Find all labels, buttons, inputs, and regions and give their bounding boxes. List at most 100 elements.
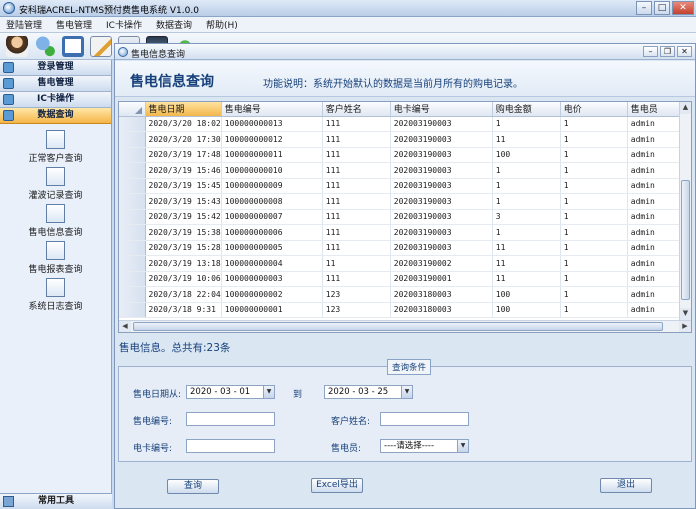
- row-header[interactable]: [119, 302, 146, 318]
- table-row[interactable]: 2020/3/19 15:28 100000000005 111 2020031900…: [119, 240, 688, 256]
- add-user-icon[interactable]: [34, 36, 56, 57]
- row-header[interactable]: [119, 255, 146, 272]
- row-header[interactable]: [119, 286, 146, 303]
- excel-export-button[interactable]: Excel导出: [311, 478, 363, 493]
- child-titlebar: 售电信息查询 – ❐ ✕: [115, 44, 695, 60]
- table-row[interactable]: 2020/3/18 22:04 100000000002 123 2020031800…: [119, 286, 688, 303]
- table-cell: 123: [322, 302, 391, 318]
- column-header[interactable]: 购电金额: [492, 102, 561, 117]
- table-row[interactable]: 2020/3/19 15:43 100000000008 111 2020031900…: [119, 193, 688, 210]
- sidebar-section-ic-card[interactable]: IC卡操作: [0, 92, 111, 108]
- maximize-icon[interactable]: □: [654, 1, 670, 15]
- record-count-summary: 售电信息。总共有:23条: [119, 342, 231, 354]
- menu-sales-management[interactable]: 售电管理: [56, 18, 92, 31]
- minimize-icon[interactable]: –: [636, 1, 652, 15]
- table-row[interactable]: 2020/3/20 18:02 100000000013 111 2020031900…: [119, 116, 688, 132]
- child-restore-icon[interactable]: ❐: [660, 46, 675, 57]
- table-cell: 1: [560, 302, 628, 318]
- row-header[interactable]: [119, 162, 146, 179]
- sale-no-input[interactable]: [186, 412, 275, 426]
- menu-ic-card[interactable]: IC卡操作: [106, 18, 142, 31]
- scroll-up-icon[interactable]: ▲: [680, 102, 691, 114]
- date-to-picker[interactable]: 2020 - 03 - 25 ▼: [324, 385, 413, 399]
- report-grid-icon: [46, 241, 65, 260]
- select-all-corner[interactable]: [119, 102, 146, 117]
- search-button[interactable]: 查询: [167, 479, 219, 494]
- child-close-icon[interactable]: ✕: [677, 46, 692, 57]
- scroll-left-icon[interactable]: ◀: [119, 321, 131, 332]
- table-row[interactable]: 2020/3/19 13:18 100000000004 11 20200319000…: [119, 255, 688, 272]
- column-header[interactable]: 售电日期: [145, 102, 222, 117]
- row-header[interactable]: [119, 131, 146, 148]
- table-row[interactable]: 2020/3/20 17:30 100000000012 111 2020031900…: [119, 131, 688, 148]
- child-minimize-icon[interactable]: –: [643, 46, 658, 57]
- table-cell: 100: [492, 286, 561, 303]
- card-no-input[interactable]: [186, 439, 275, 453]
- menu-data-query[interactable]: 数据查询: [156, 18, 192, 31]
- seller-label: 售电员:: [331, 444, 362, 454]
- sales-table[interactable]: 售电日期 售电编号 客户姓名 电卡编号 购电金额 电价 售电员 2020/3/2…: [118, 101, 692, 333]
- app-titlebar: 安科瑞ACREL-NTMS预付费售电系统 V1.0.0 – □ ✕: [0, 0, 696, 17]
- sidebar-item-sales-info[interactable]: 售电信息查询: [0, 204, 111, 241]
- sidebar: 登录管理 售电管理 IC卡操作 数据查询 正常客户查询 灌波记录查询 售电信息查…: [0, 60, 112, 509]
- row-header[interactable]: [119, 209, 146, 225]
- table-cell: 111: [322, 162, 391, 179]
- row-header[interactable]: [119, 224, 146, 241]
- child-window-controls: – ❐ ✕: [643, 46, 692, 57]
- close-icon[interactable]: ✕: [672, 1, 694, 15]
- row-header[interactable]: [119, 116, 146, 132]
- column-header[interactable]: 电卡编号: [390, 102, 493, 117]
- table-cell: 11: [492, 271, 561, 287]
- row-header[interactable]: [119, 240, 146, 256]
- edit-icon[interactable]: [90, 36, 112, 57]
- table-row[interactable]: 2020/3/19 15:38 100000000006 111 2020031900…: [119, 224, 688, 241]
- menu-login-management[interactable]: 登陆管理: [6, 18, 42, 31]
- table-cell: 202003190003: [390, 131, 493, 148]
- sidebar-item-sales-report[interactable]: 售电报表查询: [0, 241, 111, 278]
- table-cell: 2020/3/19 13:18: [145, 255, 222, 272]
- sidebar-item-normal-customer[interactable]: 正常客户查询: [0, 130, 111, 167]
- table-row[interactable]: 2020/3/19 10:06 100000000003 111 2020031900…: [119, 271, 688, 287]
- vertical-scrollbar[interactable]: ▲ ▼: [679, 102, 691, 320]
- table-row[interactable]: 2020/3/19 17:48 100000000011 111 2020031900…: [119, 147, 688, 163]
- scroll-down-icon[interactable]: ▼: [680, 308, 691, 320]
- table-row[interactable]: 2020/3/19 15:46 100000000010 111 2020031900…: [119, 162, 688, 179]
- row-header[interactable]: [119, 271, 146, 287]
- seller-select[interactable]: ----请选择---- ▼: [380, 439, 469, 453]
- chevron-down-icon[interactable]: ▼: [263, 386, 274, 398]
- table-row[interactable]: 2020/3/19 15:42 100000000007 111 2020031900…: [119, 209, 688, 225]
- table-row[interactable]: 2020/3/18 9:31 100000000001 123 20200318000…: [119, 302, 688, 318]
- table-cell: 202003190003: [390, 224, 493, 241]
- row-header[interactable]: [119, 147, 146, 163]
- table-cell: 111: [322, 131, 391, 148]
- vertical-scroll-thumb[interactable]: [681, 180, 690, 300]
- table-cell: 1: [560, 240, 628, 256]
- row-header[interactable]: [119, 193, 146, 210]
- row-header[interactable]: [119, 178, 146, 194]
- date-from-picker[interactable]: 2020 - 03 - 01 ▼: [186, 385, 275, 399]
- sidebar-item-system-log[interactable]: 系统日志查询: [0, 278, 111, 315]
- user-icon[interactable]: [6, 36, 28, 57]
- scroll-right-icon[interactable]: ▶: [679, 321, 691, 332]
- column-header[interactable]: 售电编号: [221, 102, 323, 117]
- table-row[interactable]: 2020/3/19 15:45 100000000009 111 2020031900…: [119, 178, 688, 194]
- sidebar-section-tools[interactable]: 常用工具: [0, 493, 112, 509]
- customer-name-input[interactable]: [380, 412, 469, 426]
- sidebar-section-login[interactable]: 登录管理: [0, 60, 111, 76]
- sidebar-item-wave-record[interactable]: 灌波记录查询: [0, 167, 111, 204]
- exit-button[interactable]: 退出: [600, 478, 652, 493]
- page-description: 功能说明：系统开始默认的数据是当前月所有的购电记录。: [263, 79, 523, 90]
- sidebar-section-sales[interactable]: 售电管理: [0, 76, 111, 92]
- sales-icon: [3, 78, 14, 89]
- chevron-down-icon[interactable]: ▼: [401, 386, 412, 398]
- chevron-down-icon[interactable]: ▼: [457, 440, 468, 452]
- card-reader-icon[interactable]: [62, 36, 84, 57]
- record-icon: [46, 167, 65, 186]
- horizontal-scrollbar[interactable]: ◀ ▶: [119, 320, 691, 332]
- column-header[interactable]: 电价: [560, 102, 628, 117]
- table-cell: 2020/3/19 10:06: [145, 271, 222, 287]
- horizontal-scroll-thumb[interactable]: [133, 322, 663, 331]
- sidebar-section-data-query[interactable]: 数据查询: [0, 108, 111, 124]
- column-header[interactable]: 客户姓名: [322, 102, 391, 117]
- menu-help[interactable]: 帮助(H): [206, 18, 238, 31]
